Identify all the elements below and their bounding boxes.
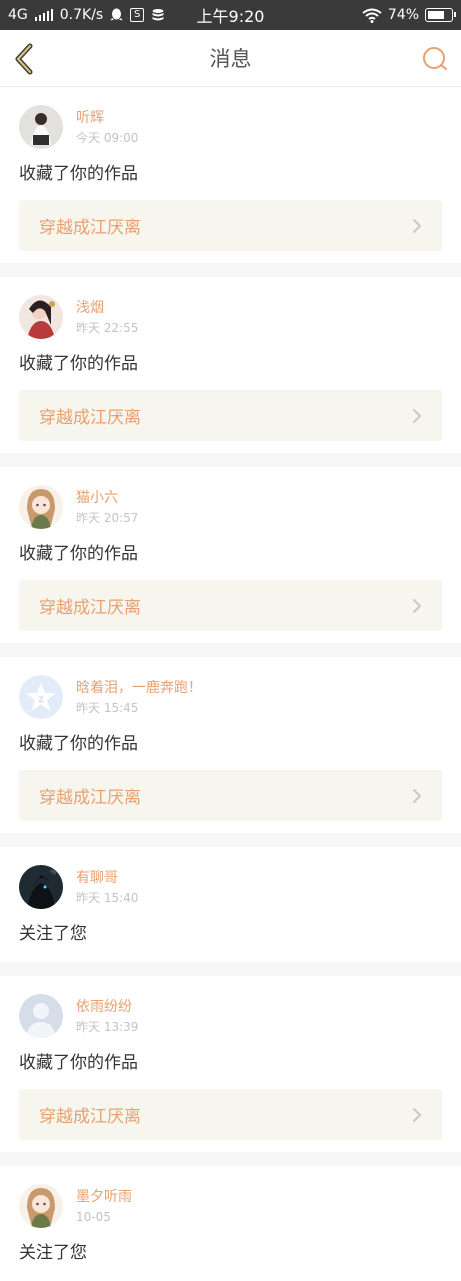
chevron-right-icon (413, 218, 422, 233)
avatar[interactable] (19, 994, 63, 1038)
username-link[interactable]: 浅烟 (76, 299, 138, 317)
username-link[interactable]: 有聊哥 (76, 869, 138, 887)
chevron-right-icon (413, 598, 422, 613)
action-text: 收藏了你的作品 (19, 164, 138, 184)
anime-avatar (19, 1184, 63, 1228)
chevron-right-icon (413, 408, 422, 423)
username-link[interactable]: 听辉 (76, 109, 138, 127)
svg-text:z: z (38, 694, 43, 705)
battery-percent: 74% (387, 7, 419, 23)
signal-icon (34, 9, 53, 21)
avatar[interactable] (19, 865, 63, 909)
message-item: 猫小六昨天 20:57 收藏了你的作品穿越成江厌离 (0, 467, 461, 643)
default-person-avatar (19, 994, 63, 1038)
work-title: 穿越成江厌离 (39, 598, 141, 618)
message-item: 墨夕听雨 10-05 关注了您 (0, 1166, 461, 1281)
message-time: 昨天 22:55 (76, 320, 139, 335)
user-row: 浅烟昨天 22:55 (19, 295, 442, 339)
user-row: 墨夕听雨 10-05 (19, 1184, 442, 1228)
action-text: 收藏了你的作品 (19, 1053, 138, 1073)
search-icon (423, 47, 447, 70)
battery-icon (425, 8, 456, 22)
work-link[interactable]: 穿越成江厌离 (19, 390, 442, 441)
dark-avatar (19, 865, 63, 909)
message-time: 昨天 15:40 (76, 890, 139, 905)
user-row: 依雨纷纷昨天 13:39 (19, 994, 442, 1038)
work-title: 穿越成江厌离 (39, 218, 141, 238)
network-speed: 0.7K/s (59, 7, 104, 23)
user-row: 听辉今天 09:00 (19, 105, 442, 149)
user-row: 猫小六昨天 20:57 (19, 485, 442, 529)
message-time: 昨天 13:39 (76, 1019, 139, 1034)
message-time: 10-05 (76, 1209, 111, 1224)
user-row: 有聊哥昨天 15:40 (19, 865, 442, 909)
message-time: 昨天 20:57 (76, 510, 139, 525)
photo-avatar (19, 105, 63, 149)
work-link[interactable]: 穿越成江厌离 (19, 770, 442, 821)
storage-icon (151, 8, 165, 22)
message-time: 昨天 15:45 (76, 700, 139, 715)
back-button[interactable] (10, 42, 40, 76)
action-text: 收藏了你的作品 (19, 544, 138, 564)
username-link[interactable]: 依雨纷纷 (76, 998, 138, 1016)
chevron-right-icon (413, 788, 422, 803)
network-type: 4G (8, 7, 28, 23)
page-title: 消息 (209, 47, 252, 71)
user-row: z 晗着泪，一鹿奔跑！ 昨天 15:45 (19, 675, 442, 719)
username-link[interactable]: 墨夕听雨 (76, 1188, 132, 1206)
message-item: 听辉今天 09:00 收藏了你的作品穿越成江厌离 (0, 87, 461, 263)
qq-icon (110, 8, 123, 22)
message-item: 有聊哥昨天 15:40 关注了您 (0, 847, 461, 962)
avatar[interactable] (19, 295, 63, 339)
avatar[interactable] (19, 1184, 63, 1228)
search-button[interactable] (421, 45, 449, 73)
username-link[interactable]: 晗着泪，一鹿奔跑！ (76, 679, 202, 697)
avatar[interactable]: z (19, 675, 63, 719)
message-list: 听辉 今天 09:00 收藏了你的作品 穿越成江厌离 浅烟 昨天 22:55 收藏了你的作品… (0, 87, 461, 1281)
action-text: 收藏了你的作品 (19, 734, 138, 754)
avatar[interactable] (19, 105, 63, 149)
illustration-avatar (19, 295, 63, 339)
work-title: 穿越成江厌离 (39, 788, 141, 808)
status-bar: 4G 0.7K/s S 上午9:20 74% (0, 0, 461, 30)
work-link[interactable]: 穿越成江厌离 (19, 580, 442, 631)
action-text: 关注了您 (19, 924, 87, 944)
username-link[interactable]: 猫小六 (76, 489, 138, 507)
work-title: 穿越成江厌离 (39, 1107, 141, 1127)
work-title: 穿越成江厌离 (39, 408, 141, 428)
message-item: z 晗着泪，一鹿奔跑！ 昨天 15:45 收藏了你的作品穿越成江厌离 (0, 657, 461, 833)
work-link[interactable]: 穿越成江厌离 (19, 200, 442, 251)
message-item: 依雨纷纷昨天 13:39 收藏了你的作品穿越成江厌离 (0, 976, 461, 1152)
anime-avatar (19, 485, 63, 529)
message-item: 浅烟昨天 22:55 收藏了你的作品穿越成江厌离 (0, 277, 461, 453)
action-text: 收藏了你的作品 (19, 354, 138, 374)
chevron-right-icon (413, 1107, 422, 1122)
action-text: 关注了您 (19, 1243, 87, 1263)
s-app-icon: S (130, 8, 145, 22)
top-nav-bar: 消息 (0, 30, 461, 87)
work-link[interactable]: 穿越成江厌离 (19, 1089, 442, 1140)
message-time: 今天 09:00 (76, 130, 139, 145)
wifi-icon (362, 8, 382, 23)
avatar[interactable] (19, 485, 63, 529)
default-star-avatar: z (19, 675, 63, 719)
back-arrow-icon (15, 43, 33, 75)
